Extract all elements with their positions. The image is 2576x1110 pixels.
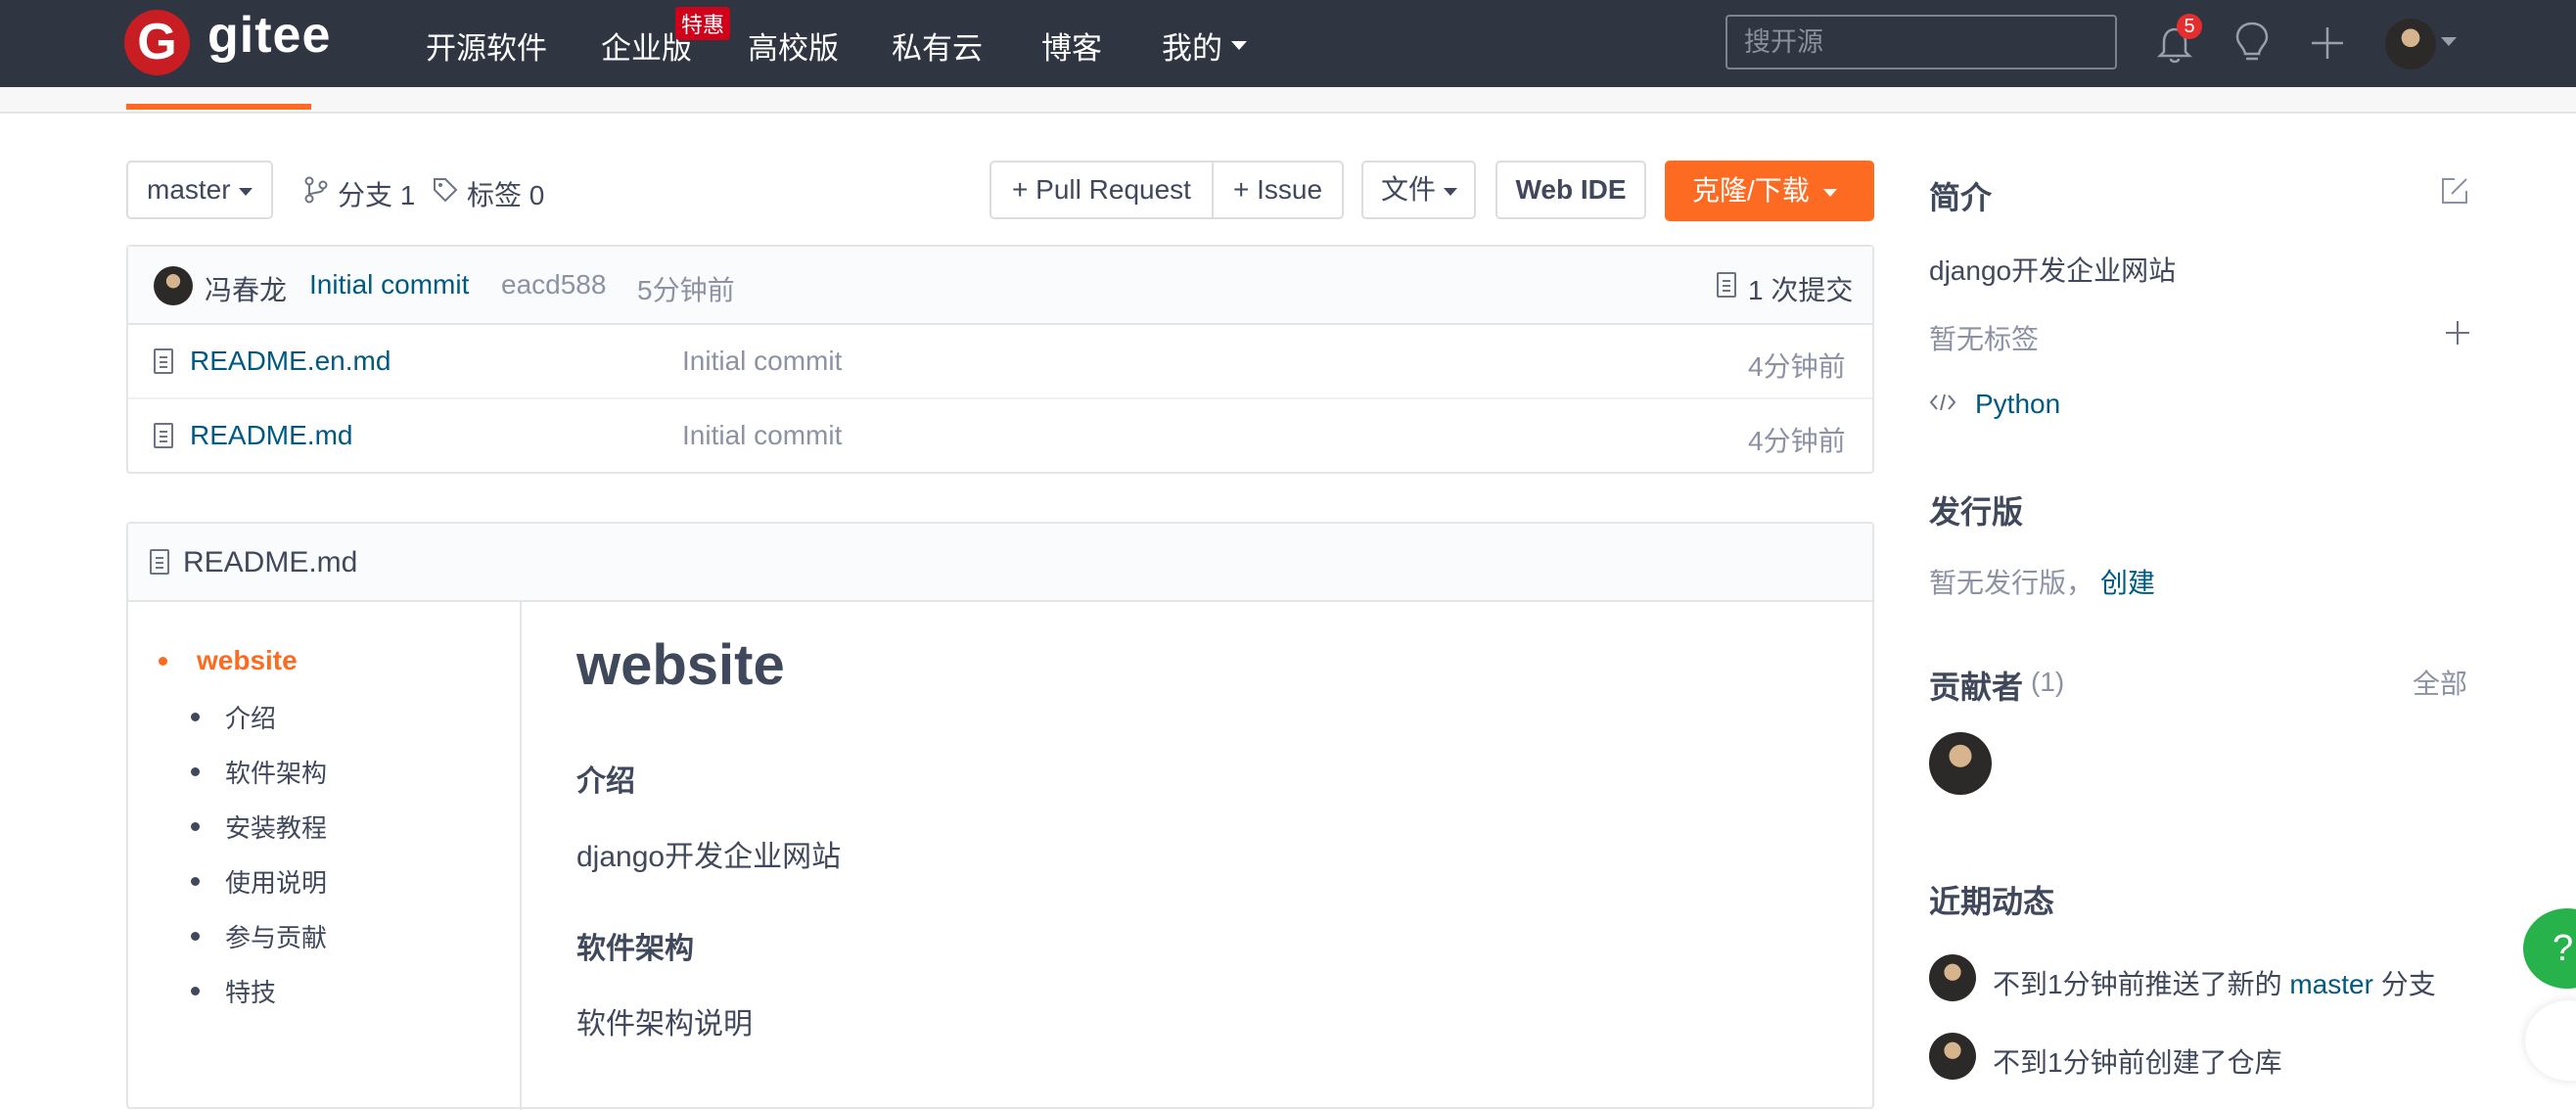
no-releases-label: 暂无发行版，	[1929, 568, 2094, 598]
file-menu-button[interactable]: 文件	[1361, 161, 1476, 219]
activity-text: 不到1分钟前推送了新的	[1993, 969, 2282, 999]
repo-tab-strip	[0, 87, 2576, 114]
commit-count[interactable]: 1 次提交	[1748, 269, 1853, 308]
commit-author[interactable]: 冯春龙	[205, 269, 287, 308]
active-tab-indicator	[126, 104, 311, 110]
help-icon[interactable]: ?	[2523, 908, 2576, 989]
create-release-link[interactable]: 创建	[2100, 562, 2155, 601]
pull-request-button[interactable]: + Pull Request	[989, 161, 1214, 219]
commit-author-avatar[interactable]	[154, 266, 193, 305]
chevron-down-icon	[1444, 187, 1458, 196]
file-time: 4分钟前	[1748, 426, 1846, 456]
nav-blog[interactable]: 博客	[1041, 23, 1102, 68]
toc-item[interactable]: 介绍	[225, 699, 276, 735]
issue-button[interactable]: + Issue	[1212, 161, 1344, 219]
activity-avatar[interactable]	[1929, 954, 1976, 1001]
file-commit-message[interactable]: Initial commit	[682, 420, 842, 451]
toc-item[interactable]: 软件架构	[225, 754, 327, 790]
readme-filename: README.md	[183, 546, 358, 578]
toc-item-website[interactable]: website	[197, 645, 298, 676]
feedback-edit-icon[interactable]	[2525, 1000, 2576, 1081]
logo-letter: G	[137, 14, 177, 70]
nav-mine[interactable]: 我的	[1162, 23, 1222, 68]
logo-text[interactable]: gitee	[207, 6, 331, 65]
edit-icon[interactable]	[2440, 176, 2469, 206]
commit-time: 5分钟前	[637, 275, 735, 305]
file-commit-message[interactable]: Initial commit	[682, 346, 842, 377]
chevron-down-icon	[1231, 41, 1247, 50]
commit-message[interactable]: Initial commit	[309, 269, 469, 301]
branches-link[interactable]: 分支 1	[338, 174, 415, 213]
no-tags-label: 暂无标签	[1929, 324, 2040, 354]
file-icon	[154, 348, 173, 374]
clone-download-button[interactable]: 克隆/下载	[1665, 161, 1874, 221]
commit-hash[interactable]: eacd588	[501, 269, 606, 301]
chevron-down-icon	[2441, 37, 2457, 46]
toc-bullet	[191, 713, 200, 721]
nav-open-source[interactable]: 开源软件	[426, 23, 547, 68]
chevron-down-icon	[238, 187, 253, 196]
readme-paragraph: django开发企业网站	[576, 841, 842, 873]
clone-label: 克隆/下载	[1692, 175, 1810, 206]
toc-item[interactable]: 使用说明	[225, 863, 327, 900]
activity-title: 近期动态	[1929, 884, 2055, 919]
code-icon	[1929, 393, 1956, 411]
readme-paragraph: 软件架构说明	[576, 1008, 753, 1041]
file-icon	[150, 549, 169, 575]
toc-bullet	[191, 987, 200, 995]
plus-icon[interactable]	[2309, 24, 2346, 62]
readme-panel	[126, 522, 1874, 1109]
branch-select[interactable]: master	[126, 161, 273, 219]
toc-bullet	[159, 657, 167, 666]
activity-item: 不到1分钟前推送了新的 master 分支	[1993, 963, 2436, 1002]
toc-bullet	[191, 932, 200, 941]
notification-count: 5	[2177, 14, 2202, 39]
language-link[interactable]: Python	[1975, 389, 2060, 420]
chevron-down-icon	[1822, 188, 1837, 197]
file-icon	[154, 423, 173, 448]
branch-name: master	[147, 174, 231, 205]
tag-icon	[434, 178, 458, 203]
toc-bullet	[191, 822, 200, 831]
toc-item[interactable]: 特技	[225, 973, 276, 1009]
tags-link[interactable]: 标签 0	[467, 174, 544, 213]
file-name[interactable]: README.en.md	[190, 346, 391, 377]
activity-branch-link[interactable]: master	[2289, 969, 2373, 999]
nav-university[interactable]: 高校版	[748, 23, 839, 68]
readme-header	[128, 524, 1872, 602]
repo-description: django开发企业网站	[1929, 255, 2177, 286]
toc-bullet	[191, 877, 200, 886]
file-name[interactable]: README.md	[190, 420, 352, 451]
user-avatar[interactable]	[2385, 19, 2436, 69]
toc-divider	[520, 601, 522, 1110]
file-menu-label: 文件	[1381, 174, 1437, 205]
search-input[interactable]	[1725, 15, 2117, 69]
plus-icon[interactable]	[2445, 320, 2470, 346]
contributor-avatar[interactable]	[1929, 732, 1992, 795]
lightbulb-icon[interactable]	[2232, 20, 2272, 67]
intro-title: 简介	[1929, 180, 1993, 215]
row-divider	[128, 397, 1872, 399]
toc-item[interactable]: 安装教程	[225, 809, 327, 845]
all-contributors-link[interactable]: 全部	[2413, 663, 2467, 702]
branch-icon	[304, 176, 328, 204]
activity-text: 分支	[2380, 969, 2436, 999]
contributors-title: 贡献者	[1929, 670, 2024, 705]
file-time: 4分钟前	[1748, 351, 1846, 382]
readme-heading: 软件架构	[576, 933, 694, 965]
nav-private-cloud[interactable]: 私有云	[892, 23, 983, 68]
contributors-count: (1)	[2031, 667, 2065, 697]
toc-bullet	[191, 767, 200, 776]
commits-icon	[1717, 272, 1736, 298]
activity-item: 不到1分钟前创建了仓库	[1993, 1047, 2282, 1078]
readme-heading: 介绍	[576, 765, 635, 798]
promo-badge: 特惠	[675, 7, 731, 40]
toc-item[interactable]: 参与贡献	[225, 918, 327, 954]
activity-avatar[interactable]	[1929, 1033, 1976, 1080]
releases-title: 发行版	[1929, 494, 2024, 530]
readme-title: website	[576, 633, 785, 697]
web-ide-button[interactable]: Web IDE	[1495, 161, 1646, 219]
